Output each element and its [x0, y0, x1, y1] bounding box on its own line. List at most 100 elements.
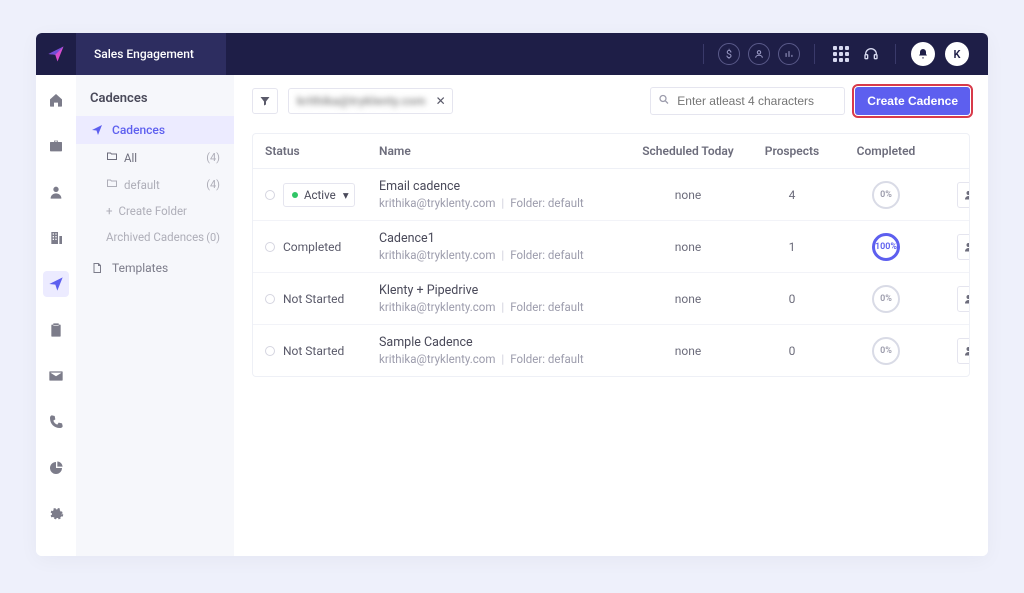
sidebar-item-templates[interactable]: Templates [76, 254, 234, 282]
avatar-letter: K [954, 48, 961, 61]
status-label: Not Started [283, 292, 344, 306]
user-circle-icon[interactable] [748, 43, 770, 65]
row-radio[interactable] [265, 190, 275, 200]
table-row[interactable]: Not Started Klenty + Pipedrivekrithika@tr… [253, 273, 969, 325]
row-radio[interactable] [265, 346, 275, 356]
building-icon[interactable] [43, 225, 69, 251]
bell-button[interactable] [911, 42, 935, 66]
completed-cell: 0% [841, 181, 931, 209]
row-actions [935, 338, 970, 364]
close-icon[interactable]: ✕ [436, 94, 446, 108]
sidebar-title: Cadences [76, 87, 234, 116]
settings-icon[interactable] [43, 501, 69, 527]
cadence-owner: krithika@tryklenty.com [379, 248, 495, 262]
table-row[interactable]: Active▾ Email cadence krithika@tryklenty.c… [253, 169, 969, 221]
cadences-nav-icon[interactable] [43, 271, 69, 297]
sidebar-sub-label: Create Folder [119, 204, 187, 218]
cadence-name[interactable]: Klenty + Pipedrive [379, 283, 629, 298]
prospects-cell: 4 [747, 188, 837, 202]
status-cell: Not Started [265, 292, 375, 306]
paper-plane-icon [90, 123, 104, 137]
search-icon [658, 94, 670, 109]
completed-cell: 100% [841, 233, 931, 261]
sidebar-sub-count: (4) [206, 151, 220, 164]
status-label: Not Started [283, 344, 344, 358]
dialpad-icon[interactable] [833, 46, 849, 62]
progress-ring: 0% [872, 337, 900, 365]
row-actions [935, 234, 970, 260]
dollar-icon[interactable]: $ [718, 43, 740, 65]
completed-cell: 0% [841, 285, 931, 313]
analytics-icon[interactable] [778, 43, 800, 65]
person-icon[interactable] [43, 179, 69, 205]
cadence-owner: krithika@tryklenty.com [379, 196, 495, 210]
paper-plane-icon [47, 45, 65, 63]
plus-icon: + [106, 204, 113, 218]
cadence-name[interactable]: Cadence1 [379, 231, 629, 246]
body: Cadences Cadences All (4) [36, 75, 988, 556]
cadence-name[interactable]: Email cadence [379, 179, 629, 194]
cadence-table: Status Name Scheduled Today Prospects Co… [252, 133, 970, 377]
user-plus-icon [964, 345, 970, 357]
briefcase-icon[interactable] [43, 133, 69, 159]
scheduled-cell: none [633, 344, 743, 358]
add-prospect-button[interactable] [957, 182, 970, 208]
name-cell: Cadence1krithika@tryklenty.com|Folder: d… [379, 231, 629, 262]
status-cell: Active▾ [265, 183, 375, 207]
home-icon[interactable] [43, 87, 69, 113]
add-prospect-button[interactable] [957, 234, 970, 260]
content: krithika@tryklenty.com ✕ Create Cadence … [234, 75, 988, 556]
col-scheduled: Scheduled Today [633, 144, 743, 158]
app-frame: Sales Engagement $ K [36, 33, 988, 556]
row-radio[interactable] [265, 242, 275, 252]
filter-button[interactable] [252, 88, 278, 114]
add-prospect-button[interactable] [957, 338, 970, 364]
app-title-label: Sales Engagement [94, 47, 194, 61]
name-cell: Sample Cadencekrithika@tryklenty.com|Fol… [379, 335, 629, 366]
sidebar-sub-archived[interactable]: Archived Cadences (0) [76, 224, 234, 250]
report-icon[interactable] [43, 455, 69, 481]
search-input[interactable] [650, 87, 845, 115]
table-row[interactable]: CompletedCadence1krithika@tryklenty.com|… [253, 221, 969, 273]
cadence-name[interactable]: Sample Cadence [379, 335, 629, 350]
table-row[interactable]: Not Started Sample Cadence krithika@trykle… [253, 325, 969, 376]
sidebar-item-label: Templates [112, 261, 168, 275]
row-radio[interactable] [265, 294, 275, 304]
sidebar-item-cadences[interactable]: Cadences [76, 116, 234, 144]
sidebar-sub-default[interactable]: default (4) [76, 171, 234, 198]
app-title: Sales Engagement [76, 33, 226, 75]
headset-icon[interactable] [863, 46, 879, 62]
cadence-owner: krithika@tryklenty.com [379, 352, 495, 366]
cadence-folder: Folder: default [510, 300, 583, 314]
funnel-icon [259, 95, 271, 107]
status-cell: Not Started [265, 344, 375, 358]
name-cell: Email cadencekrithika@tryklenty.com|Fold… [379, 179, 629, 210]
completed-cell: 0% [841, 337, 931, 365]
create-cadence-button[interactable]: Create Cadence [855, 87, 970, 115]
chevron-down-icon: ▾ [343, 188, 349, 202]
progress-ring: 0% [872, 181, 900, 209]
cadence-folder: Folder: default [510, 248, 583, 262]
clipboard-icon[interactable] [43, 317, 69, 343]
avatar[interactable]: K [945, 42, 969, 66]
sidebar-sub-create-folder[interactable]: + Create Folder [76, 198, 234, 224]
scheduled-cell: none [633, 292, 743, 306]
sidebar-sub-all[interactable]: All (4) [76, 144, 234, 171]
folder-icon [106, 150, 118, 165]
sidebar-sub-count: (0) [206, 231, 220, 244]
table-header: Status Name Scheduled Today Prospects Co… [253, 134, 969, 169]
sidebar: Cadences Cadences All (4) [76, 75, 234, 556]
col-prospects: Prospects [747, 144, 837, 158]
name-cell: Klenty + Pipedrivekrithika@tryklenty.com… [379, 283, 629, 314]
user-plus-icon [964, 293, 970, 305]
phone-icon[interactable] [43, 409, 69, 435]
sidebar-sub-label: Archived Cadences [106, 230, 204, 244]
status-dropdown[interactable]: Active▾ [283, 183, 355, 207]
add-prospect-button[interactable] [957, 286, 970, 312]
sidebar-sub-label: default [124, 178, 160, 192]
mail-icon[interactable] [43, 363, 69, 389]
status-label: Completed [283, 240, 341, 254]
status-cell: Completed [265, 240, 375, 254]
logo[interactable] [36, 33, 76, 75]
row-actions [935, 286, 970, 312]
